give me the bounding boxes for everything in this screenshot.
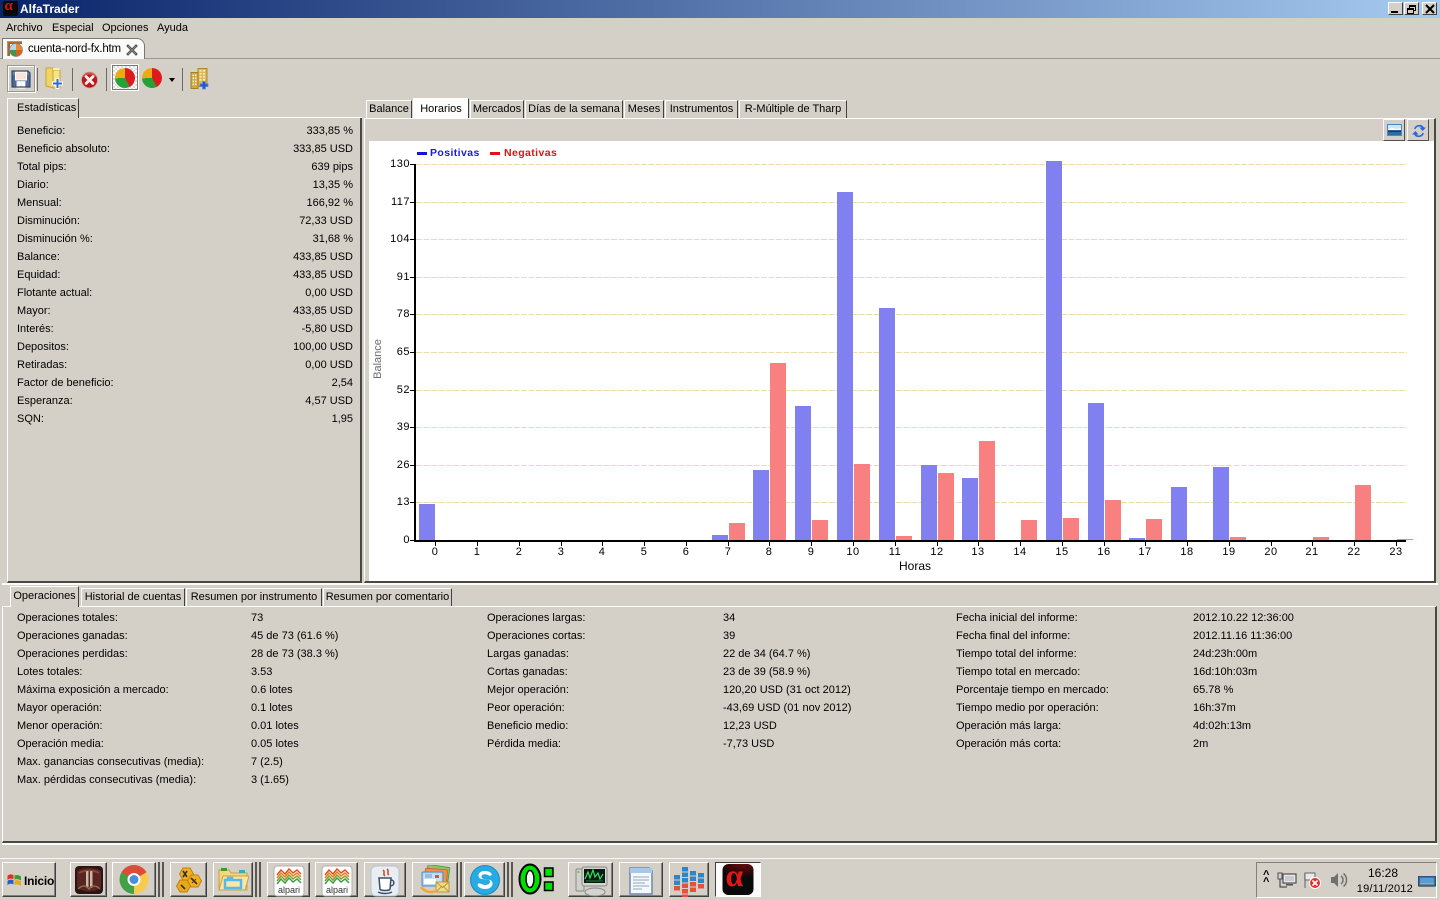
- svg-text:alpari: alpari: [325, 885, 347, 895]
- svg-text:alpari: alpari: [277, 885, 299, 895]
